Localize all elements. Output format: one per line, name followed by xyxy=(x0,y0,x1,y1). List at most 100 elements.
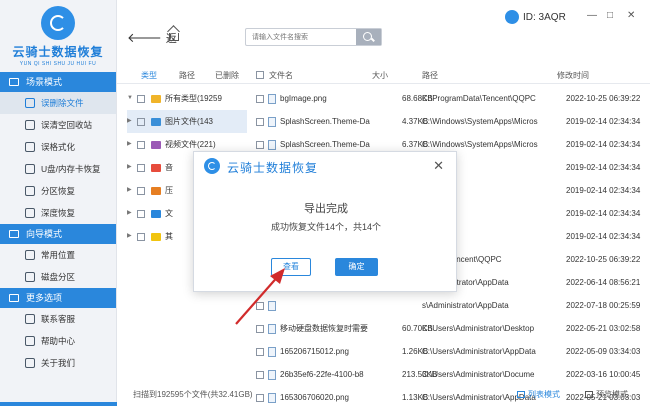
table-row[interactable]: s\Administrator\AppData 2022-07-18 00:25:… xyxy=(247,294,650,317)
checkbox[interactable] xyxy=(137,163,145,172)
sidebar-item-disk-partitions[interactable]: 磁盘分区 xyxy=(0,266,116,288)
cell-name: 165206715012.png xyxy=(280,347,349,356)
sidebar-item-common-locations[interactable]: 常用位置 xyxy=(0,244,116,266)
ok-button[interactable]: 确定 xyxy=(335,258,378,276)
cell-date: 2019-02-14 02:34:34 xyxy=(566,209,641,218)
grid-icon xyxy=(585,391,593,399)
table-header: 类型 路径 已删除 文件名 大小 路径 修改时间 xyxy=(117,66,650,84)
info-icon xyxy=(25,358,35,368)
cell-name: 移动硬盘数据恢复时需要 xyxy=(280,324,368,333)
cell-name: SplashScreen.Theme-Da xyxy=(280,117,370,126)
checkbox[interactable] xyxy=(137,232,145,241)
usb-icon xyxy=(25,164,35,174)
table-row[interactable]: 移动硬盘数据恢复时需要 60.70KB C:\Users\Administrator… xyxy=(247,317,650,340)
sidebar-item-contact[interactable]: 联系客服 xyxy=(0,308,116,330)
user-id: ID: 3AQR xyxy=(505,10,566,26)
section-scene-mode: 场景模式 xyxy=(0,72,116,92)
search-icon[interactable] xyxy=(356,29,381,45)
checkbox[interactable] xyxy=(256,118,264,126)
sidebar-item-format[interactable]: 误格式化 xyxy=(0,136,116,158)
headset-icon xyxy=(25,314,35,324)
header-path[interactable]: 路径 xyxy=(422,70,438,81)
top-bar: 🡐返 ID: 3AQR — □ ✕ xyxy=(117,0,650,64)
file-icon xyxy=(268,117,276,127)
sidebar-item-label: 误格式化 xyxy=(41,142,76,152)
checkbox[interactable] xyxy=(137,186,145,195)
header-size[interactable]: 大小 xyxy=(372,70,388,81)
annotation-arrow xyxy=(235,268,285,325)
cell-date: 2019-02-14 02:34:34 xyxy=(566,163,641,172)
checkbox[interactable] xyxy=(256,371,264,379)
wizard-icon xyxy=(9,230,19,238)
cell-path: s\Administrator\AppData xyxy=(422,301,509,310)
sidebar-item-usb[interactable]: U盘/内存卡恢复 xyxy=(0,158,116,180)
other-files-icon xyxy=(151,232,161,241)
sidebar-footer-bar xyxy=(0,402,117,406)
tree-node-label: 图片文件(143 xyxy=(165,117,214,126)
sidebar-item-label: 关于我们 xyxy=(41,358,76,368)
checkbox[interactable] xyxy=(256,348,264,356)
checkbox[interactable] xyxy=(256,95,264,103)
more-icon xyxy=(9,294,19,302)
minimize-button[interactable]: — xyxy=(587,10,597,21)
brand-mark-icon xyxy=(41,6,75,40)
tab-path[interactable]: 路径 xyxy=(179,70,195,81)
sidebar-item-partition-recovery[interactable]: 分区恢复 xyxy=(0,180,116,202)
folder-icon xyxy=(151,94,161,103)
preview-mode-button[interactable]: 预览模式 xyxy=(585,389,628,400)
tree-node[interactable]: ▼ 所有类型(19259 xyxy=(127,87,247,110)
sidebar-item-deep-recovery[interactable]: 深度恢复 xyxy=(0,202,116,224)
sidebar-item-label: 联系客服 xyxy=(41,314,76,324)
checkbox[interactable] xyxy=(137,209,145,218)
cell-name: bgImage.png xyxy=(280,94,327,103)
tab-deleted[interactable]: 已删除 xyxy=(215,70,239,81)
table-row[interactable]: SplashScreen.Theme-Da 4.37KB C:\Windows\Sy… xyxy=(247,110,650,133)
dialog-title: 云骑士数据恢复 xyxy=(227,161,319,175)
home-icon[interactable] xyxy=(169,33,179,41)
list-mode-button[interactable]: 列表模式 xyxy=(517,389,560,400)
search-input[interactable] xyxy=(246,29,354,45)
search-box xyxy=(245,28,382,46)
file-icon xyxy=(268,370,276,380)
checkbox[interactable] xyxy=(137,94,145,103)
table-row[interactable]: bgImage.png 68.68KB C:\ProgramData\Tencent… xyxy=(247,87,650,110)
table-row[interactable]: 165206715012.png 1.26KB C:\Users\Administr… xyxy=(247,340,650,363)
checkbox[interactable] xyxy=(256,141,264,149)
cell-date: 2022-07-18 00:25:59 xyxy=(566,301,641,310)
sidebar-item-label: 磁盘分区 xyxy=(41,272,76,282)
list-mode-label: 列表模式 xyxy=(528,390,560,399)
close-icon[interactable]: ✕ xyxy=(433,158,444,174)
header-name[interactable]: 文件名 xyxy=(269,70,293,81)
cell-path: C:\ProgramData\Tencent\QQPC xyxy=(422,94,536,103)
archive-icon xyxy=(151,186,161,195)
cell-path: C:\Users\Administrator\Desktop xyxy=(422,324,535,333)
sidebar-item-label: 帮助中心 xyxy=(41,336,76,346)
tree-node-label: 压 xyxy=(165,186,173,195)
tree-node[interactable]: ▶ 图片文件(143 xyxy=(127,110,247,133)
select-all-checkbox[interactable] xyxy=(256,71,264,79)
sidebar-item-label: 深度恢复 xyxy=(41,208,76,218)
close-window-button[interactable]: ✕ xyxy=(627,10,635,21)
brand-logo: 云骑士数据恢复 YUN QI SHI SHU JU HUI FU xyxy=(0,0,116,72)
location-icon xyxy=(25,250,35,260)
sidebar-item-deleted-files[interactable]: 误删除文件 xyxy=(0,92,116,114)
restore-button[interactable]: □ xyxy=(607,10,613,21)
checkbox[interactable] xyxy=(137,140,145,149)
recycle-bin-icon xyxy=(25,120,35,130)
dialog-header: 云骑士数据恢复 ✕ xyxy=(194,152,456,180)
sidebar-item-help[interactable]: 帮助中心 xyxy=(0,330,116,352)
section-title: 场景模式 xyxy=(26,77,63,87)
sidebar-item-about[interactable]: 关于我们 xyxy=(0,352,116,374)
checkbox[interactable] xyxy=(137,117,145,126)
disk-icon xyxy=(25,272,35,282)
scene-icon xyxy=(9,78,19,86)
tab-type[interactable]: 类型 xyxy=(141,70,157,81)
section-title: 向导模式 xyxy=(26,229,63,239)
dialog-message: 导出完成 xyxy=(304,203,348,215)
sidebar-item-recycle-bin[interactable]: 误清空回收站 xyxy=(0,114,116,136)
cell-date: 2019-02-14 02:34:34 xyxy=(566,117,641,126)
cell-date: 2019-02-14 02:34:34 xyxy=(566,186,641,195)
cell-date: 2022-10-25 06:39:22 xyxy=(566,255,641,264)
user-avatar-icon xyxy=(505,10,519,25)
header-date[interactable]: 修改时间 xyxy=(557,70,589,81)
